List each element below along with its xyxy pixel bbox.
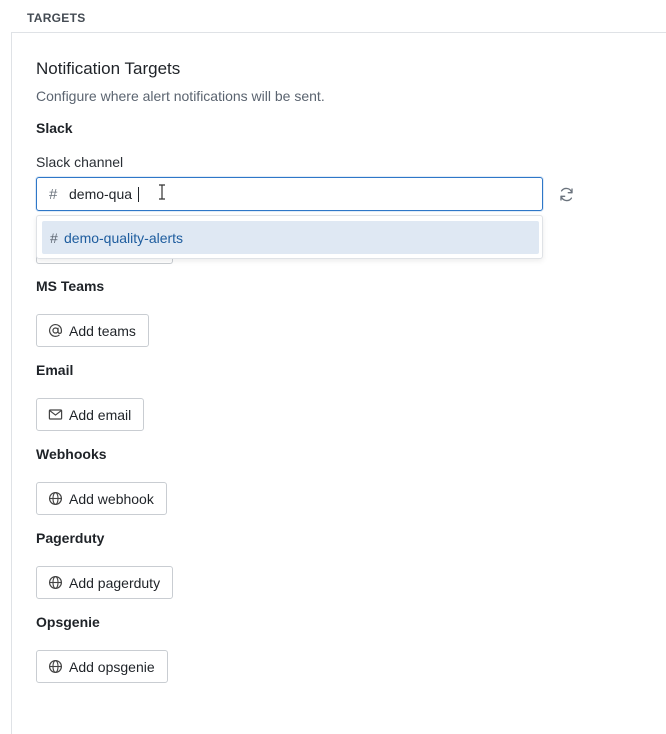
text-caret — [138, 187, 139, 202]
slack-label: Slack — [36, 120, 73, 136]
add-pagerduty-button[interactable]: Add pagerduty — [36, 566, 174, 599]
slack-channel-text-field[interactable] — [69, 186, 489, 202]
refresh-icon[interactable] — [557, 185, 576, 204]
slack-channel-input[interactable]: # — [36, 177, 543, 211]
globe-icon — [48, 575, 63, 590]
add-webhook-label: Add webhook — [69, 490, 154, 507]
page-title: Notification Targets — [36, 59, 181, 78]
at-sign-icon — [48, 323, 63, 338]
dropdown-option-demo-quality-alerts[interactable]: # demo-quality-alerts — [42, 221, 539, 254]
add-opsgenie-button[interactable]: Add opsgenie — [36, 650, 168, 683]
add-teams-label: Add teams — [69, 322, 136, 339]
targets-panel — [11, 32, 666, 734]
ms-teams-label: MS Teams — [36, 278, 105, 294]
dropdown-option-label: demo-quality-alerts — [64, 229, 184, 246]
add-email-label: Add email — [69, 406, 132, 423]
slack-channel-label: Slack channel — [36, 154, 124, 170]
section-label: TARGETS — [27, 11, 86, 25]
pagerduty-label: Pagerduty — [36, 530, 105, 546]
text-cursor-icon — [159, 184, 165, 200]
email-label: Email — [36, 362, 74, 378]
add-email-button[interactable]: Add email — [36, 398, 145, 431]
webhooks-label: Webhooks — [36, 446, 107, 462]
page-subtitle: Configure where alert notifications will… — [36, 88, 325, 104]
slack-channel-dropdown: # demo-quality-alerts — [36, 215, 543, 259]
envelope-icon — [48, 407, 63, 422]
globe-icon — [48, 659, 63, 674]
add-teams-button[interactable]: Add teams — [36, 314, 149, 347]
add-opsgenie-label: Add opsgenie — [69, 658, 155, 675]
add-pagerduty-label: Add pagerduty — [69, 574, 161, 591]
hash-icon: # — [50, 229, 58, 246]
add-webhook-button[interactable]: Add webhook — [36, 482, 167, 515]
hash-icon: # — [49, 185, 58, 203]
globe-icon — [48, 491, 63, 506]
opsgenie-label: Opsgenie — [36, 614, 100, 630]
